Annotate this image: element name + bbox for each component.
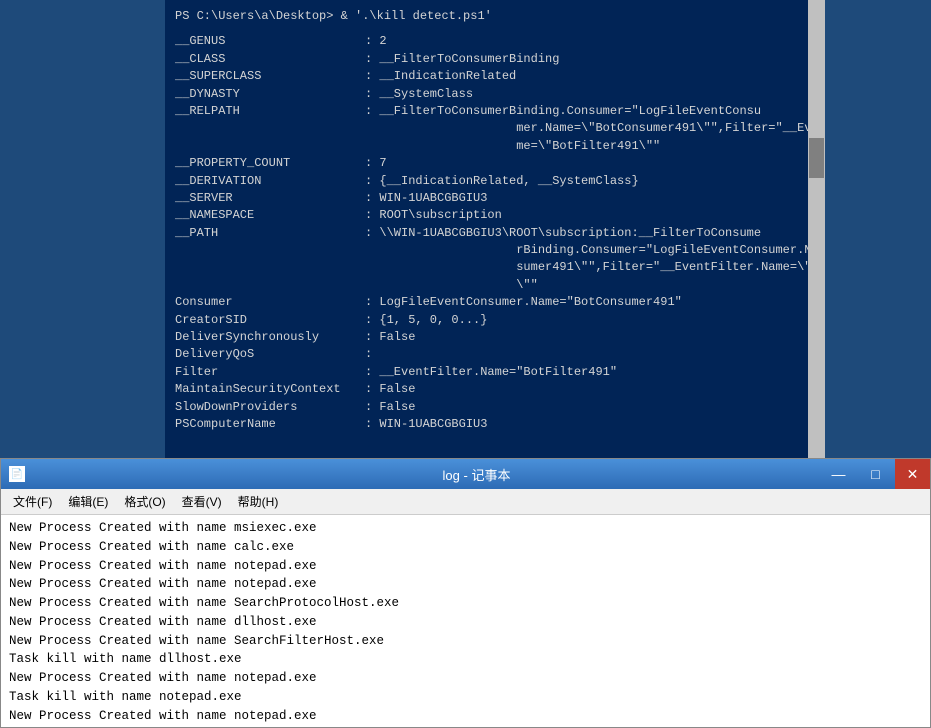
log-line-11: New Process Created with name notepad.ex… xyxy=(9,707,922,726)
notepad-icon: 📄 xyxy=(9,466,25,482)
prop-value-propcount: : 7 xyxy=(365,155,387,172)
ps-prop-maintainsecurity: MaintainSecurityContext : False xyxy=(175,381,798,398)
prop-value-maintainsecurity: : False xyxy=(365,381,415,398)
prop-value-filter: : __EventFilter.Name="BotFilter491" xyxy=(365,364,617,381)
ps-prop-deliveryqos: DeliveryQoS : xyxy=(175,346,798,363)
close-button[interactable]: ✕ xyxy=(895,459,930,489)
log-line-8: Task kill with name dllhost.exe xyxy=(9,650,922,669)
ps-content: PS C:\Users\a\Desktop> & '.\kill detect.… xyxy=(165,0,808,441)
ps-prop-namespace: __NAMESPACE : ROOT\subscription xyxy=(175,207,798,224)
prop-name-superclass: __SUPERCLASS xyxy=(175,68,365,85)
prop-name-derivation: __DERIVATION xyxy=(175,173,365,190)
menu-help[interactable]: 帮助(H) xyxy=(230,491,287,512)
ps-prop-relpath: __RELPATH : __FilterToConsumerBinding.Co… xyxy=(175,103,798,155)
prop-value-deliversync: : False xyxy=(365,329,415,346)
log-line-12: Task kill with name notepad.exe xyxy=(9,725,922,727)
prop-name-slowdown: SlowDownProviders xyxy=(175,399,365,416)
log-line-4: New Process Created with name notepad.ex… xyxy=(9,575,922,594)
menu-view[interactable]: 查看(V) xyxy=(174,491,230,512)
powershell-window: PS C:\Users\a\Desktop> & '.\kill detect.… xyxy=(165,0,825,460)
watermark: drops.wooyun.org xyxy=(836,710,923,722)
prop-value-namespace: : ROOT\subscription xyxy=(365,207,502,224)
log-line-9: New Process Created with name notepad.ex… xyxy=(9,669,922,688)
prop-name-consumer: Consumer xyxy=(175,294,365,311)
prop-value-relpath: : __FilterToConsumerBinding.Consumer="Lo… xyxy=(365,103,825,155)
prop-name-namespace: __NAMESPACE xyxy=(175,207,365,224)
prop-name-deliveryqos: DeliveryQoS xyxy=(175,346,365,363)
log-line-6: New Process Created with name dllhost.ex… xyxy=(9,613,922,632)
prop-value-genus: : 2 xyxy=(365,33,387,50)
ps-prop-slowdown: SlowDownProviders : False xyxy=(175,399,798,416)
notepad-menubar: 文件(F) 编辑(E) 格式(O) 查看(V) 帮助(H) xyxy=(1,489,930,515)
ps-prop-deliversync: DeliverSynchronously : False xyxy=(175,329,798,346)
notepad-titlebar: 📄 log - 记事本 — □ ✕ xyxy=(1,459,930,489)
ps-command-text: PS C:\Users\a\Desktop> & '.\kill detect.… xyxy=(175,8,492,25)
prop-value-pscomputername: : WIN-1UABCGBGIU3 xyxy=(365,416,487,433)
prop-name-filter: Filter xyxy=(175,364,365,381)
prop-name-relpath: __RELPATH xyxy=(175,103,365,155)
menu-edit[interactable]: 编辑(E) xyxy=(60,491,116,512)
minimize-button[interactable]: — xyxy=(821,459,856,489)
prop-name-creatorsid: CreatorSID xyxy=(175,312,365,329)
prop-value-path: : \\WIN-1UABCGBGIU3\ROOT\subscription:__… xyxy=(365,225,825,295)
ps-prop-superclass: __SUPERCLASS : __IndicationRelated xyxy=(175,68,798,85)
log-line-7: New Process Created with name SearchFilt… xyxy=(9,632,922,651)
prop-name-pscomputername: PSComputerName xyxy=(175,416,365,433)
ps-scrollbar[interactable] xyxy=(808,0,825,460)
ps-prop-pscomputername: PSComputerName : WIN-1UABCGBGIU3 xyxy=(175,416,798,433)
prop-value-dynasty: : __SystemClass xyxy=(365,86,473,103)
notepad-content[interactable]: New Process Created with name msiexec.ex… xyxy=(1,515,930,727)
prop-name-deliversync: DeliverSynchronously xyxy=(175,329,365,346)
ps-command-line: PS C:\Users\a\Desktop> & '.\kill detect.… xyxy=(175,8,798,25)
menu-format[interactable]: 格式(O) xyxy=(116,491,173,512)
log-line-1: New Process Created with name msiexec.ex… xyxy=(9,519,922,538)
titlebar-buttons: — □ ✕ xyxy=(821,459,930,489)
prop-value-derivation: : {__IndicationRelated, __SystemClass} xyxy=(365,173,639,190)
prop-name-path: __PATH xyxy=(175,225,365,295)
ps-prop-filter: Filter : __EventFilter.Name="BotFilter49… xyxy=(175,364,798,381)
notepad-window: 📄 log - 记事本 — □ ✕ 文件(F) 编辑(E) 格式(O) 查看(V… xyxy=(0,458,931,728)
ps-prop-genus: __GENUS : 2 xyxy=(175,33,798,50)
log-line-3: New Process Created with name notepad.ex… xyxy=(9,557,922,576)
prop-value-superclass: : __IndicationRelated xyxy=(365,68,516,85)
prop-value-deliveryqos: : xyxy=(365,346,372,363)
prop-name-propcount: __PROPERTY_COUNT xyxy=(175,155,365,172)
ps-prop-derivation: __DERIVATION : {__IndicationRelated, __S… xyxy=(175,173,798,190)
maximize-button[interactable]: □ xyxy=(858,459,893,489)
prop-name-maintainsecurity: MaintainSecurityContext xyxy=(175,381,365,398)
ps-prop-propcount: __PROPERTY_COUNT : 7 xyxy=(175,155,798,172)
prop-name-dynasty: __DYNASTY xyxy=(175,86,365,103)
prop-value-slowdown: : False xyxy=(365,399,415,416)
prop-value-creatorsid: : {1, 5, 0, 0...} xyxy=(365,312,487,329)
prop-name-server: __SERVER xyxy=(175,190,365,207)
prop-value-server: : WIN-1UABCGBGIU3 xyxy=(365,190,487,207)
ps-prop-consumer: Consumer : LogFileEventConsumer.Name="Bo… xyxy=(175,294,798,311)
prop-name-class: __CLASS xyxy=(175,51,365,68)
desktop-background xyxy=(0,0,165,460)
log-line-10: Task kill with name notepad.exe xyxy=(9,688,922,707)
ps-prop-dynasty: __DYNASTY : __SystemClass xyxy=(175,86,798,103)
ps-scrollbar-thumb[interactable] xyxy=(809,138,824,178)
ps-prop-class: __CLASS : __FilterToConsumerBinding xyxy=(175,51,798,68)
ps-prop-server: __SERVER : WIN-1UABCGBGIU3 xyxy=(175,190,798,207)
log-line-5: New Process Created with name SearchProt… xyxy=(9,594,922,613)
log-line-2: New Process Created with name calc.exe xyxy=(9,538,922,557)
ps-prop-path: __PATH : \\WIN-1UABCGBGIU3\ROOT\subscrip… xyxy=(175,225,798,295)
notepad-icon-symbol: 📄 xyxy=(11,469,23,480)
prop-name-genus: __GENUS xyxy=(175,33,365,50)
menu-file[interactable]: 文件(F) xyxy=(5,491,60,512)
ps-prop-creatorsid: CreatorSID : {1, 5, 0, 0...} xyxy=(175,312,798,329)
notepad-title: log - 记事本 xyxy=(31,465,922,484)
prop-value-class: : __FilterToConsumerBinding xyxy=(365,51,559,68)
prop-value-consumer: : LogFileEventConsumer.Name="BotConsumer… xyxy=(365,294,682,311)
